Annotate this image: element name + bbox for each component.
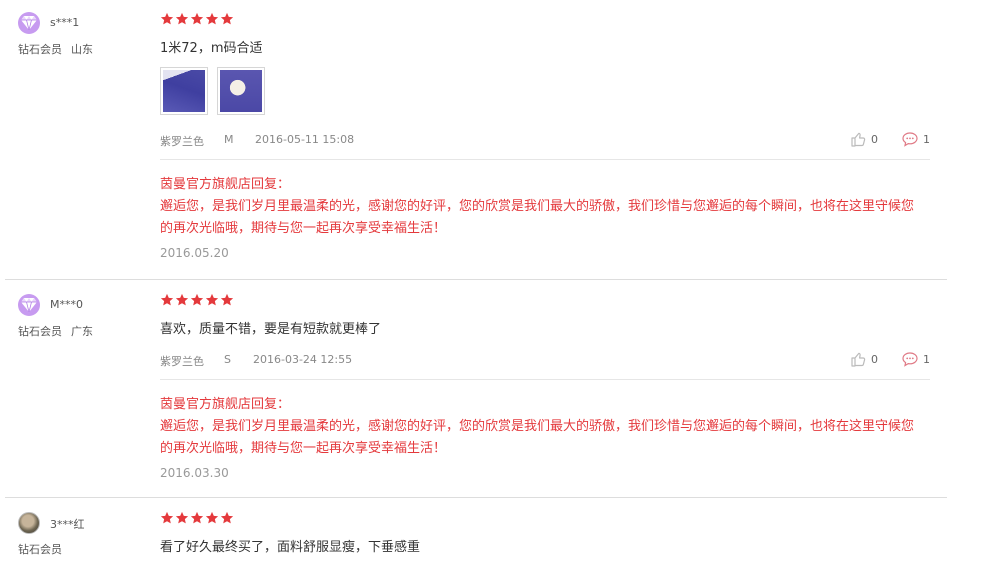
user-photo-avatar: [18, 512, 40, 534]
star-icon: [190, 12, 204, 25]
product-size: M: [224, 133, 234, 146]
star-icon: [205, 293, 219, 306]
reviewer-name: M***0: [50, 298, 83, 311]
review-content: 喜欢，质量不错，要是有短款就更棒了 紫罗兰色 S 2016-03-24 12:5…: [160, 293, 930, 480]
review-item: s***1 钻石会员山东 1米72，m码合适 紫罗兰色 M 2016-05-1: [5, 0, 947, 280]
reply-count: 1: [923, 352, 930, 366]
shop-reply-text: 邂逅您，是我们岁月里最温柔的光，感谢您的好评，您的欣赏是我们最大的骄傲，我们珍惜…: [160, 199, 915, 236]
review-meta-row: 紫罗兰色 M 2016-05-11 15:08 0 1: [160, 131, 930, 149]
shop-reply-text: 邂逅您，是我们岁月里最温柔的光，感谢您的好评，您的欣赏是我们最大的骄傲，我们珍惜…: [160, 419, 915, 456]
like-button[interactable]: 0: [850, 131, 878, 147]
shop-reply-title: 茵曼官方旗舰店回复：: [160, 397, 291, 412]
review-item: 3***红 钻石会员 看了好久最终买了，面料舒服显瘦，下垂感重: [5, 498, 947, 568]
shop-reply-date: 2016.05.20: [160, 246, 229, 260]
review-photo-thumbnail[interactable]: [217, 67, 265, 115]
star-icon: [190, 511, 204, 524]
review-comment: 看了好久最终买了，面料舒服显瘦，下垂感重: [160, 540, 421, 555]
product-size: S: [224, 353, 231, 366]
thumbs-up-icon: [851, 352, 866, 367]
diamond-icon: [18, 12, 40, 34]
star-icon: [220, 511, 234, 524]
shop-reply: 茵曼官方旗舰店回复： 邂逅您，是我们岁月里最温柔的光，感谢您的好评，您的欣赏是我…: [160, 379, 930, 480]
star-rating: [160, 511, 930, 527]
thumbs-up-icon: [851, 132, 866, 147]
review-content: 看了好久最终买了，面料舒服显瘦，下垂感重: [160, 511, 930, 557]
review-meta-row: 紫罗兰色 S 2016-03-24 12:55 0 1: [160, 351, 930, 369]
reviewer-name: 3***红: [50, 518, 85, 531]
shop-reply: 茵曼官方旗舰店回复： 邂逅您，是我们岁月里最温柔的光，感谢您的好评，您的欣赏是我…: [160, 159, 930, 260]
reply-count-button[interactable]: 1: [902, 131, 930, 147]
reply-count: 1: [923, 132, 930, 146]
product-color: 紫罗兰色: [160, 355, 204, 368]
star-rating: [160, 12, 930, 28]
star-icon: [160, 293, 174, 306]
star-icon: [160, 12, 174, 25]
member-level: 钻石会员: [18, 325, 62, 338]
star-icon: [205, 12, 219, 25]
star-icon: [220, 293, 234, 306]
review-list: s***1 钻石会员山东 1米72，m码合适 紫罗兰色 M 2016-05-1: [0, 0, 1003, 568]
member-level: 钻石会员: [18, 543, 62, 556]
review-content: 1米72，m码合适 紫罗兰色 M 2016-05-11 15:08 0 1 茵曼…: [160, 12, 930, 260]
comment-bubble-icon: [902, 132, 918, 147]
member-level: 钻石会员: [18, 43, 62, 56]
like-count: 0: [871, 132, 878, 146]
product-color: 紫罗兰色: [160, 135, 204, 148]
star-icon: [175, 511, 189, 524]
star-icon: [190, 293, 204, 306]
review-comment: 1米72，m码合适: [160, 41, 263, 56]
reply-count-button[interactable]: 1: [902, 351, 930, 367]
star-icon: [175, 293, 189, 306]
like-count: 0: [871, 352, 878, 366]
shop-reply-date: 2016.03.30: [160, 466, 229, 480]
review-date: 2016-05-11 15:08: [255, 133, 355, 146]
reviewer-name: s***1: [50, 16, 80, 29]
review-photo-thumbnail[interactable]: [160, 67, 208, 115]
star-icon: [160, 511, 174, 524]
star-icon: [175, 12, 189, 25]
diamond-icon: [18, 294, 40, 316]
like-button[interactable]: 0: [850, 351, 878, 367]
star-icon: [205, 511, 219, 524]
star-icon: [220, 12, 234, 25]
review-comment: 喜欢，质量不错，要是有短款就更棒了: [160, 322, 382, 337]
review-date: 2016-03-24 12:55: [253, 353, 353, 366]
star-rating: [160, 293, 930, 309]
reviewer-location: 山东: [71, 43, 93, 56]
reviewer-location: 广东: [71, 325, 93, 338]
shop-reply-title: 茵曼官方旗舰店回复：: [160, 177, 291, 192]
comment-bubble-icon: [902, 352, 918, 367]
review-item: M***0 钻石会员 广东 喜欢，质量不错，要是有短款就更棒了 紫罗兰色 S 20…: [5, 280, 947, 498]
review-photos: [160, 67, 930, 115]
